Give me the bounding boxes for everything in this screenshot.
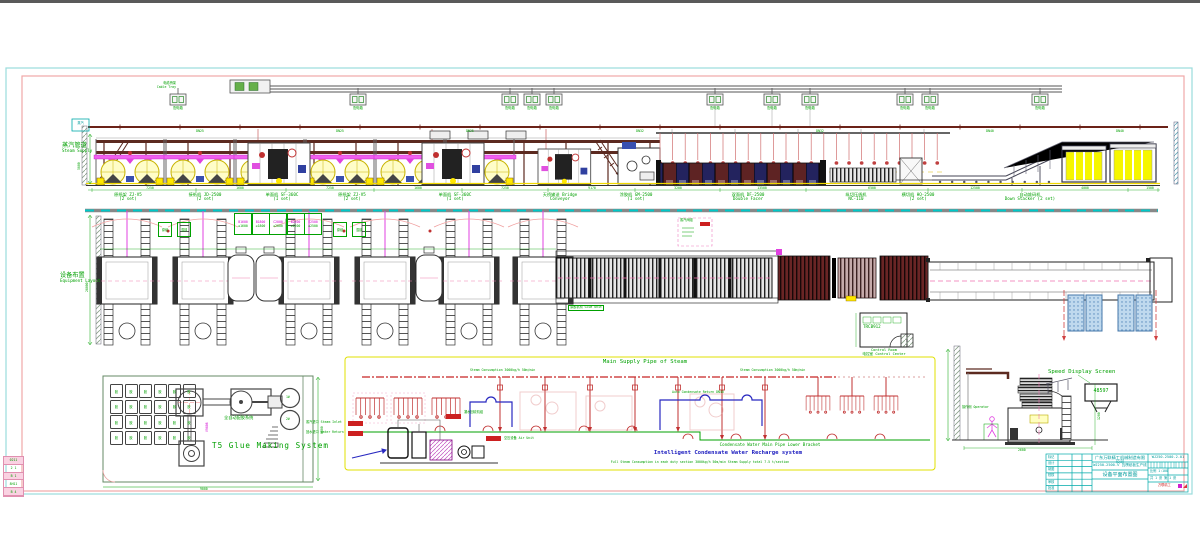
plan-stacker-conveyor — [926, 258, 1172, 341]
speed-display-area — [946, 346, 1117, 450]
steam-note: Full Steam Consumption in each duty sect… — [550, 461, 850, 465]
control-room-label: Control Room电控室 Control Center — [839, 349, 929, 357]
control-room — [856, 313, 913, 347]
logo-mark — [1178, 484, 1182, 488]
stacker-section — [932, 142, 1156, 185]
air-unit-label: 空压设备 Air Unit — [504, 437, 534, 441]
equipment-layout-label: 设备布置Equipment Layout — [60, 272, 100, 284]
glue-kitchen-grid: 胶胶胶胶胶胶胶胶胶胶胶胶胶胶胶胶胶胶胶胶胶胶胶胶 — [110, 384, 196, 445]
steam-legend-label: 蒸汽 — [72, 122, 89, 126]
elevation-view — [72, 80, 1178, 192]
glue-valve-label: V9808 — [206, 422, 210, 432]
cable-tray — [230, 86, 1062, 92]
glue-tank2-label: 2# — [286, 418, 290, 422]
recovery-unit-label: 凝水回收机组 — [464, 411, 483, 415]
double-facer — [656, 129, 950, 186]
air-unit-tag — [486, 436, 501, 441]
steam-inlet-label: 蒸汽进口 Steam Inlet — [306, 421, 342, 425]
cad-drawing-sheet: 电缆桥架Cable Tray 蒸汽 蒸汽管道Steam Supply 设备布置E… — [0, 0, 1200, 557]
title-logo-text: 万联精工 — [1158, 484, 1171, 488]
condensate-floor-line — [355, 432, 930, 440]
drawing-artwork — [0, 0, 1200, 557]
title-drawing-code: WJ250-2500-2-01 — [1148, 456, 1188, 460]
glue-tank1-label: 1# — [286, 396, 290, 400]
condensate-bracket-label: Condensate Water Main Pipe Lower Bracket — [690, 443, 850, 448]
title-scale: 比例 1:100 — [1150, 470, 1168, 474]
paper-spec-table-cells: B1600≤1600B1800≤1800C2000≤2000B2200≤2200… — [234, 213, 322, 235]
cable-tray-label: 电缆桥架Cable Tray — [134, 82, 176, 89]
steam-consumption-left: Steam Consumption 3000kg/h 50m/min — [470, 369, 535, 373]
steam-manifolds-right — [806, 377, 898, 413]
glue-system-subtitle: 全自动配胶系统 — [224, 416, 253, 421]
condensate-return-label: Auto Condensate Return DN40 — [672, 391, 724, 395]
recharge-system-title: Intelligent Condensate Water Recharge sy… — [613, 450, 843, 456]
glue-unit-tag: 涂胶机构 Glue Unit — [568, 305, 604, 311]
left-wall-hatch — [82, 126, 87, 185]
water-return-tag — [348, 431, 363, 436]
plan-valve-label: 蒸汽阀组 — [680, 219, 693, 223]
speed-dimension-2: 1200 — [1098, 412, 1102, 420]
steam-manifolds-left — [353, 377, 460, 423]
plan-double-facer — [556, 249, 928, 303]
speed-dimension-1: 2600 — [1018, 449, 1026, 453]
plan-side-dimension: 28000 — [86, 282, 90, 292]
condensate-pipe — [660, 395, 762, 430]
right-wall-hatch — [1174, 122, 1178, 184]
operator-side-label: 操作侧 Operator — [962, 406, 989, 410]
title-sheet-count: 共 1 张 第 1 张 — [1150, 477, 1176, 481]
glue-system-title: T5 Glue Making System — [212, 442, 329, 451]
operator-figure — [984, 417, 998, 440]
recovery-unit-tag — [446, 414, 461, 419]
elevation-wall-dimension: 5600 — [78, 162, 82, 170]
glue-width-dimension: 9000 — [200, 488, 208, 492]
water-return-label: 回水进口 Water Return — [306, 431, 344, 435]
steam-consumption-right: Steam Consumption 3000kg/h 50m/min — [740, 369, 805, 373]
speed-readout: 48597 — [1086, 389, 1116, 395]
glue-machine — [618, 142, 660, 184]
control-room-code: TRCB912 — [863, 325, 881, 330]
revision-table: 02112 1B 18H11B 4 — [3, 456, 24, 497]
steam-supply-label: 蒸汽管道Steam Supply — [62, 142, 92, 154]
title-drawing-name: 设备平面布置图 — [1093, 473, 1147, 479]
speed-display-label: Speed Display Screen — [1048, 369, 1115, 375]
condensate-recovery-unit — [352, 420, 498, 463]
title-project: WJ250-2500-Ⅴ 瓦楞纸板生产线 — [1093, 464, 1147, 468]
steam-inlet-tag — [348, 421, 363, 426]
machine-ghost-outlines — [520, 392, 734, 430]
steam-diagram-title: Main Supply Pipe of Steam — [545, 359, 745, 365]
